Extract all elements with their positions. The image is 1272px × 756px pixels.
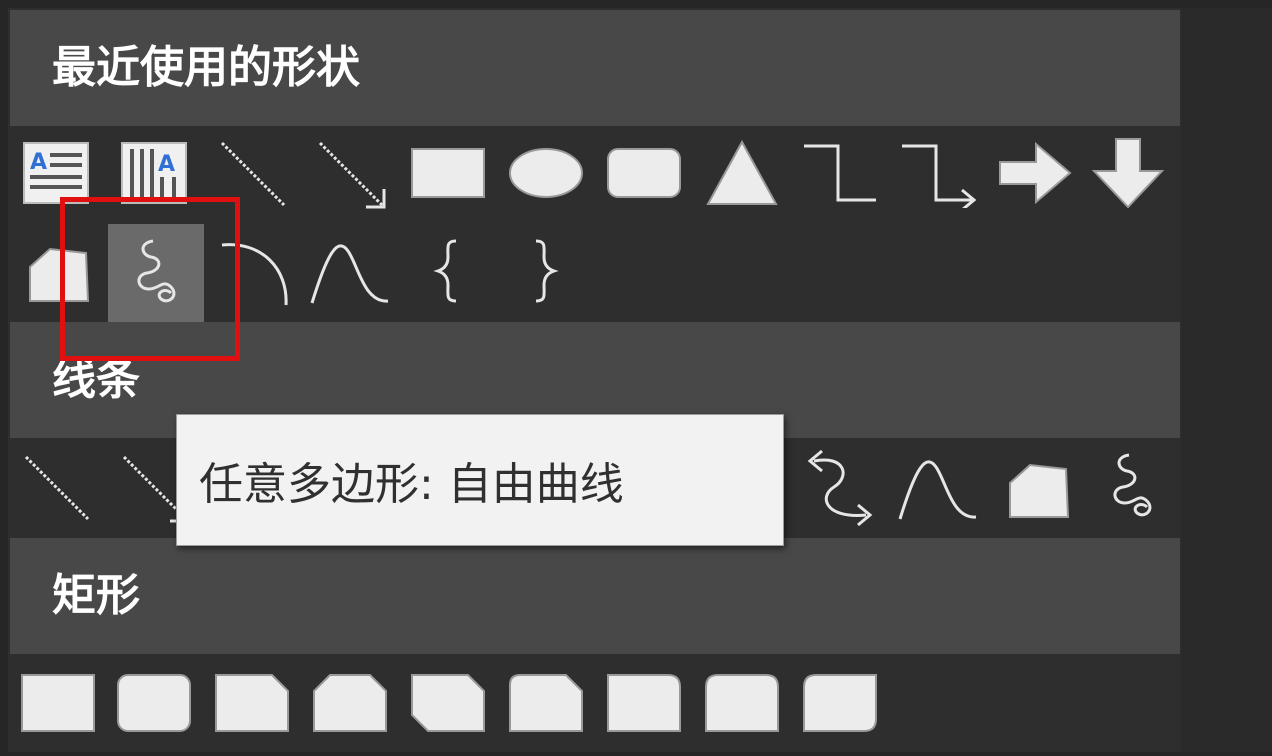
section-title-lines: 线条: [52, 354, 140, 405]
section-header-rectangles: 矩形: [10, 538, 1180, 654]
left-brace-icon[interactable]: [403, 228, 489, 314]
gallery-scrollbar-area[interactable]: [1181, 8, 1272, 752]
round-single-corner-rectangle-icon[interactable]: [601, 660, 687, 746]
freeform-scribble-icon[interactable]: [108, 224, 204, 322]
arc-icon[interactable]: [211, 228, 297, 314]
snip-diagonal-rectangle-icon[interactable]: [405, 660, 491, 746]
snip-single-corner-rectangle-icon[interactable]: [209, 660, 295, 746]
svg-text:A: A: [158, 152, 175, 177]
svg-text:A: A: [30, 150, 47, 175]
rectangle-icon[interactable]: [405, 130, 491, 216]
rounded-rectangle-icon[interactable]: [111, 660, 197, 746]
rectangle-icon[interactable]: [15, 660, 101, 746]
right-arrow-icon[interactable]: [993, 130, 1079, 216]
right-brace-icon[interactable]: [503, 228, 589, 314]
round-diagonal-rectangle-icon[interactable]: [797, 660, 883, 746]
arrow-line-icon[interactable]: [307, 130, 393, 216]
rounded-rectangle-icon[interactable]: [601, 130, 687, 216]
vertical-text-box-icon[interactable]: A: [111, 130, 197, 216]
shape-tooltip: 任意多边形: 自由曲线: [176, 414, 784, 546]
line-icon[interactable]: [209, 130, 295, 216]
line-icon[interactable]: [13, 444, 99, 530]
elbow-connector-icon[interactable]: [797, 130, 883, 216]
curve-icon[interactable]: [895, 444, 981, 530]
curve-icon[interactable]: [307, 228, 393, 314]
round-same-side-rectangle-icon[interactable]: [699, 660, 785, 746]
section-header-recent-shapes: 最近使用的形状: [10, 10, 1180, 126]
snip-same-side-rectangle-icon[interactable]: [307, 660, 393, 746]
tooltip-text: 任意多边形: 自由曲线: [199, 459, 624, 510]
curved-double-arrow-connector-icon[interactable]: [797, 444, 883, 530]
freeform-scribble-icon[interactable]: [1089, 444, 1175, 530]
section-title-rectangles: 矩形: [52, 570, 140, 621]
freeform-shape-icon[interactable]: [13, 228, 99, 314]
down-arrow-icon[interactable]: [1085, 130, 1171, 216]
freeform-shape-icon[interactable]: [993, 444, 1079, 530]
elbow-arrow-connector-icon[interactable]: [895, 130, 981, 216]
horizontal-text-box-icon[interactable]: A: [13, 130, 99, 216]
triangle-icon[interactable]: [699, 130, 785, 216]
oval-icon[interactable]: [503, 130, 589, 216]
snip-round-single-corner-rectangle-icon[interactable]: [503, 660, 589, 746]
section-title-recent-shapes: 最近使用的形状: [52, 42, 360, 93]
